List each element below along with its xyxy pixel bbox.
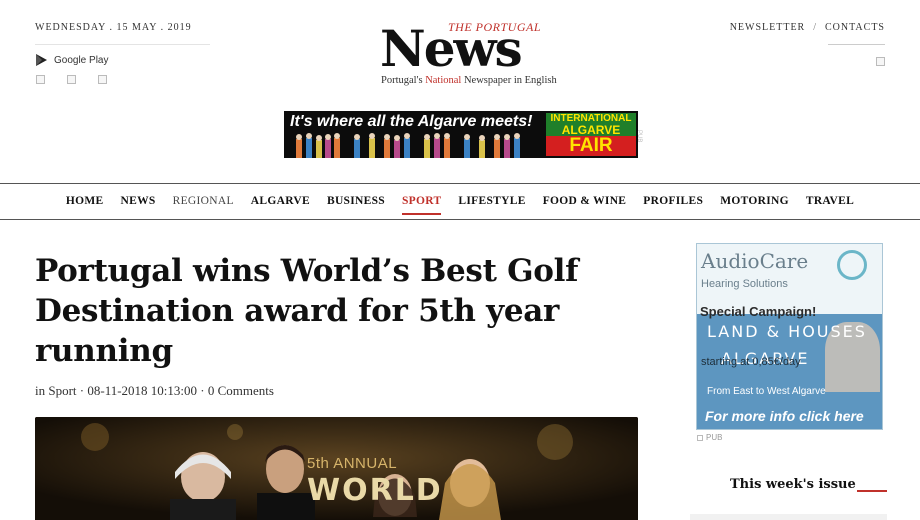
site-logo[interactable]: THE PORTUGAL News Portugal's National Ne… xyxy=(380,18,557,90)
main-navigation: HOME NEWS REGIONAL ALGARVE BUSINESS SPORT LIFE… xyxy=(0,183,920,220)
main-nav-list: HOME NEWS REGIONAL ALGARVE BUSINESS SPORT LIFE… xyxy=(0,184,920,215)
nav-item-regional[interactable]: REGIONAL xyxy=(173,195,234,207)
nav-item-lifestyle[interactable]: LIFESTYLE xyxy=(458,195,525,207)
pub-icon xyxy=(697,434,703,441)
article-headline[interactable]: Portugal wins World’s Best Golf Destinat… xyxy=(35,251,655,371)
weekly-issue-underline xyxy=(857,490,887,492)
nav-item-business[interactable]: BUSINESS xyxy=(327,195,385,207)
date-divider xyxy=(35,44,210,45)
weekly-issue-panel xyxy=(690,514,887,520)
weekly-issue-title[interactable]: This week's issue xyxy=(730,477,856,492)
banner-pub-label: PUB xyxy=(636,130,642,143)
nav-item-sport[interactable]: SPORT xyxy=(401,195,442,215)
ear-icon xyxy=(837,250,867,280)
nav-item-food-wine[interactable]: FOOD & WINE xyxy=(543,195,627,207)
nav-item-news[interactable]: NEWS xyxy=(121,195,156,207)
google-play-link[interactable]: Google Play xyxy=(35,53,108,67)
sidebar-pub-label: PUB xyxy=(706,433,723,442)
article-meta: in Sport · 08-11-2018 10:13:00 · 0 Comme… xyxy=(35,383,274,398)
ad-brand-sub: Hearing Solutions xyxy=(701,278,788,290)
top-links: NEWSLETTER / CONTACTS xyxy=(730,22,885,33)
photo-caption-1: 5th ANNUAL xyxy=(307,455,398,472)
ad-east-west: From East to West Algarve xyxy=(707,386,826,397)
photo-caption-2: WORLD xyxy=(307,473,443,508)
contacts-link[interactable]: CONTACTS xyxy=(825,22,885,33)
logo-name: News xyxy=(380,19,523,78)
search-icon[interactable] xyxy=(876,57,885,66)
crowd-illustration xyxy=(296,133,520,158)
top-links-separator: / xyxy=(813,22,818,33)
fair-logo: INTERNATIONAL ALGARVE FAIR xyxy=(546,113,636,156)
nav-item-algarve[interactable]: ALGARVE xyxy=(251,195,310,207)
nav-item-motoring[interactable]: MOTORING xyxy=(720,195,789,207)
facebook-icon[interactable] xyxy=(36,75,45,84)
fair-line-3: FAIR xyxy=(546,136,636,156)
google-play-label: Google Play xyxy=(54,54,109,66)
ad-brand: AudioCare xyxy=(701,249,809,273)
ad-price: starting at 0,85€/day xyxy=(701,356,801,368)
instagram-icon[interactable] xyxy=(98,75,107,84)
twitter-icon[interactable] xyxy=(67,75,76,84)
banner-ad[interactable]: It's where all the Algarve meets! INTERN… xyxy=(284,111,638,158)
banner-text: It's where all the Algarve meets! xyxy=(290,113,533,130)
nav-item-profiles[interactable]: PROFILES xyxy=(643,195,703,207)
ad-headline-1: LAND & HOUSES xyxy=(707,322,867,341)
newsletter-link[interactable]: NEWSLETTER xyxy=(730,22,806,33)
contacts-underline xyxy=(828,44,885,45)
social-links xyxy=(36,75,107,84)
google-play-icon xyxy=(36,54,47,66)
sidebar-ad[interactable]: AudioCare Hearing Solutions Special Camp… xyxy=(696,243,883,430)
ad-special: Special Campaign! xyxy=(700,304,817,319)
article-photo[interactable]: 5th ANNUAL WORLD xyxy=(35,417,638,520)
current-date: WEDNESDAY . 15 MAY . 2019 xyxy=(35,22,192,33)
logo-tagline: Portugal's National Newspaper in English xyxy=(381,75,557,86)
ad-more-info[interactable]: For more info click here xyxy=(705,408,864,424)
nav-item-home[interactable]: HOME xyxy=(66,195,104,207)
nav-item-travel[interactable]: TRAVEL xyxy=(806,195,854,207)
sidebar-pub: PUB xyxy=(697,433,722,442)
